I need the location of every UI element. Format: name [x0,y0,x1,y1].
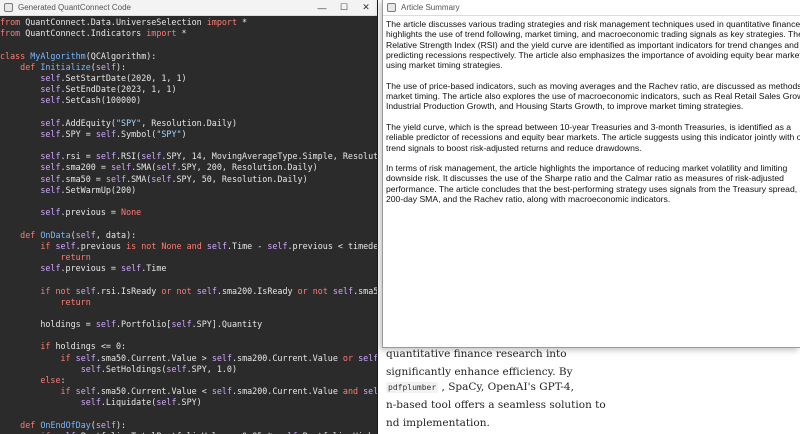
code-line: self.SetHoldings(self.SPY, 1.0) [80,363,238,374]
code-line: self.AddEquity("SPY", Resolution.Daily) [40,117,238,128]
summary-paragraph: The yield curve, which is the spread bet… [386,122,800,153]
article-line: significantly enhance efficiency. By [386,366,573,378]
summary-line: downside risk. It discusses the use of t… [386,173,784,184]
article-line: quantitative finance research into [386,348,567,360]
code-line: from QuantConnect.Data.UniverseSelection… [0,17,248,27]
code-line: def Initialize(self): [20,61,127,72]
code-line: if self.sma50.Current.Value > self.sma20… [60,352,378,363]
code-window-titlebar[interactable]: Generated QuantConnect Code — ☐ ✕ [0,0,377,16]
summary-line: The use of price-based indicators, such … [386,80,800,91]
summary-line: reliable predictor of recessions and equ… [386,132,800,143]
summary-line: performance. The article concludes that … [386,183,800,194]
close-button[interactable]: ✕ [355,0,377,15]
summary-line: Industrial Production Growth, and Housin… [386,101,744,112]
summary-text-area[interactable]: The article discusses various trading st… [386,19,800,215]
code-line: holdings = self.Portfolio[self.SPY].Quan… [0,319,263,330]
summary-line: using market timing strategies. [386,60,503,71]
summary-line: The yield curve, which is the spread bet… [386,121,792,132]
code-line: self.rsi = self.RSI(self.SPY, 14, Moving… [40,151,378,162]
code-line: self.Liquidate(self.SPY) [80,397,202,408]
code-window-title: Generated QuantConnect Code [18,3,131,12]
code-line: from QuantConnect.Indicators import * [0,28,187,39]
inline-code: pdfplumber [386,382,439,393]
summary-paragraph: The article discusses various trading st… [386,19,800,70]
summary-window-title: Article Summary [401,3,460,12]
code-line: self.previous = self.Time [40,263,167,274]
code-line: def OnData(self, data): [20,229,137,240]
summary-paragraph: In terms of risk management, the article… [386,163,800,204]
summary-line: Relative Strength Index (RSI) and the yi… [386,39,799,50]
code-line: self.SPY = self.Symbol("SPY") [40,128,187,139]
summary-paragraph: The use of price-based indicators, such … [386,81,800,112]
summary-line: highlights the use of trend following, m… [386,29,800,40]
summary-window-titlebar[interactable]: Article Summary [383,0,800,16]
code-line: if holdings <= 0: [40,341,127,352]
code-line: self.sma200 = self.SMA(self.SPY, 200, Re… [40,162,318,173]
code-line: else: [40,375,66,385]
code-line: if not self.rsi.IsReady or not self.sma2… [40,285,378,296]
code-line: if self.sma50.Current.Value < self.sma20… [60,386,378,397]
article-line: pdfplumber , SpaCy, OpenAI's GPT-4, [386,381,574,393]
maximize-button[interactable]: ☐ [333,0,355,15]
code-line: self.SetWarmUp(200) [40,184,137,195]
summary-line: trend signals to boost risk-adjusted ret… [386,142,642,153]
code-line: class MyAlgorithm(QCAlgorithm): [0,50,157,61]
code-line: if self.previous is not None and self.Ti… [40,240,378,251]
summary-window[interactable]: Article Summary The article discusses va… [382,0,800,348]
minimize-button[interactable]: — [311,0,333,15]
app-icon [387,3,396,12]
app-icon [4,3,13,12]
code-line: return [60,251,91,262]
code-window[interactable]: Generated QuantConnect Code — ☐ ✕ from Q… [0,0,378,434]
summary-line: market timing. The article also explores… [386,91,800,102]
summary-line: 200-day SMA, and the Rachev ratio, along… [386,194,671,205]
article-line: n-based tool offers a seamless solution … [386,399,606,411]
summary-line: predicting recessions respectively. The … [386,49,800,60]
code-line: def OnEndOfDay(self): [20,419,127,430]
code-line: self.SetEndDate(2023, 1, 1) [40,84,177,95]
code-line: return [60,296,91,307]
background-article: quantitative finance research into signi… [384,348,800,434]
article-text: , SpaCy, OpenAI's GPT-4, [441,381,574,393]
summary-line: The article discusses various trading st… [386,19,800,29]
code-line: self.previous = None [40,207,142,218]
summary-line: In terms of risk management, the article… [386,163,788,174]
code-line: self.SetCash(100000) [40,95,142,106]
code-line: self.SetStartDate(2020, 1, 1) [40,72,187,83]
article-line: nd implementation. [386,417,490,429]
code-line: self.sma50 = self.SMA(self.SPY, 50, Reso… [40,173,308,184]
code-text-area[interactable]: from QuantConnect.Data.UniverseSelection… [0,16,377,434]
